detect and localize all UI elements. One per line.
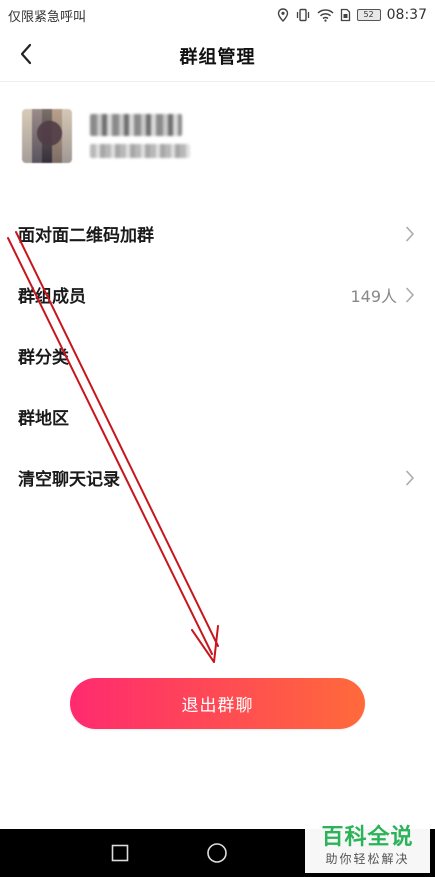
wifi-icon bbox=[317, 8, 334, 22]
carrier-text: 仅限紧急呼叫 bbox=[8, 9, 87, 25]
menu-item-label: 群地区 bbox=[18, 409, 69, 429]
recent-apps-icon[interactable] bbox=[108, 841, 132, 865]
watermark-subtitle: 助你轻松解决 bbox=[325, 851, 410, 866]
menu-item-clear-history[interactable]: 清空聊天记录 bbox=[0, 447, 435, 508]
member-count: 149人 bbox=[350, 286, 397, 306]
page-title: 群组管理 bbox=[179, 46, 256, 68]
chevron-right-icon bbox=[405, 287, 415, 303]
chevron-left-icon bbox=[19, 43, 33, 69]
sim-icon bbox=[340, 8, 351, 22]
home-icon[interactable] bbox=[205, 841, 229, 865]
group-text bbox=[90, 114, 190, 158]
menu-item-qr-join[interactable]: 面对面二维码加群 bbox=[0, 203, 435, 264]
menu-item-label: 群分类 bbox=[18, 348, 69, 368]
menu-list: 面对面二维码加群 群组成员 149人 群分类 群地区 清空聊天记录 bbox=[0, 203, 435, 508]
menu-item-label: 群组成员 bbox=[18, 287, 86, 307]
battery-icon: 52 bbox=[356, 9, 381, 21]
watermark-title: 百科全说 bbox=[321, 824, 414, 850]
exit-group-button[interactable]: 退出群聊 bbox=[70, 678, 365, 729]
status-time: 08:37 bbox=[386, 7, 427, 23]
group-name-pixelated bbox=[90, 114, 182, 136]
chevron-right-icon bbox=[405, 226, 415, 242]
group-id-pixelated bbox=[90, 144, 190, 158]
back-button[interactable] bbox=[10, 40, 42, 72]
menu-item-label: 面对面二维码加群 bbox=[18, 226, 154, 246]
menu-item-region[interactable]: 群地区 bbox=[0, 386, 435, 447]
screen: 仅限紧急呼叫 52 08:37 群组管理 面对面二维码加群 群组成员 149人 … bbox=[0, 0, 435, 877]
watermark: 百科全说 助你轻松解决 bbox=[305, 818, 430, 873]
chevron-right-icon bbox=[405, 470, 415, 486]
menu-item-label: 清空聊天记录 bbox=[18, 470, 120, 490]
status-bar: 仅限紧急呼叫 52 08:37 bbox=[0, 0, 435, 30]
group-avatar bbox=[22, 109, 72, 163]
menu-item-members[interactable]: 群组成员 149人 bbox=[0, 264, 435, 325]
menu-item-category[interactable]: 群分类 bbox=[0, 325, 435, 386]
header: 群组管理 bbox=[0, 30, 435, 82]
vibrate-icon bbox=[295, 8, 311, 22]
group-info[interactable] bbox=[0, 95, 435, 177]
location-icon bbox=[277, 8, 289, 22]
status-icons: 52 08:37 bbox=[277, 7, 427, 23]
